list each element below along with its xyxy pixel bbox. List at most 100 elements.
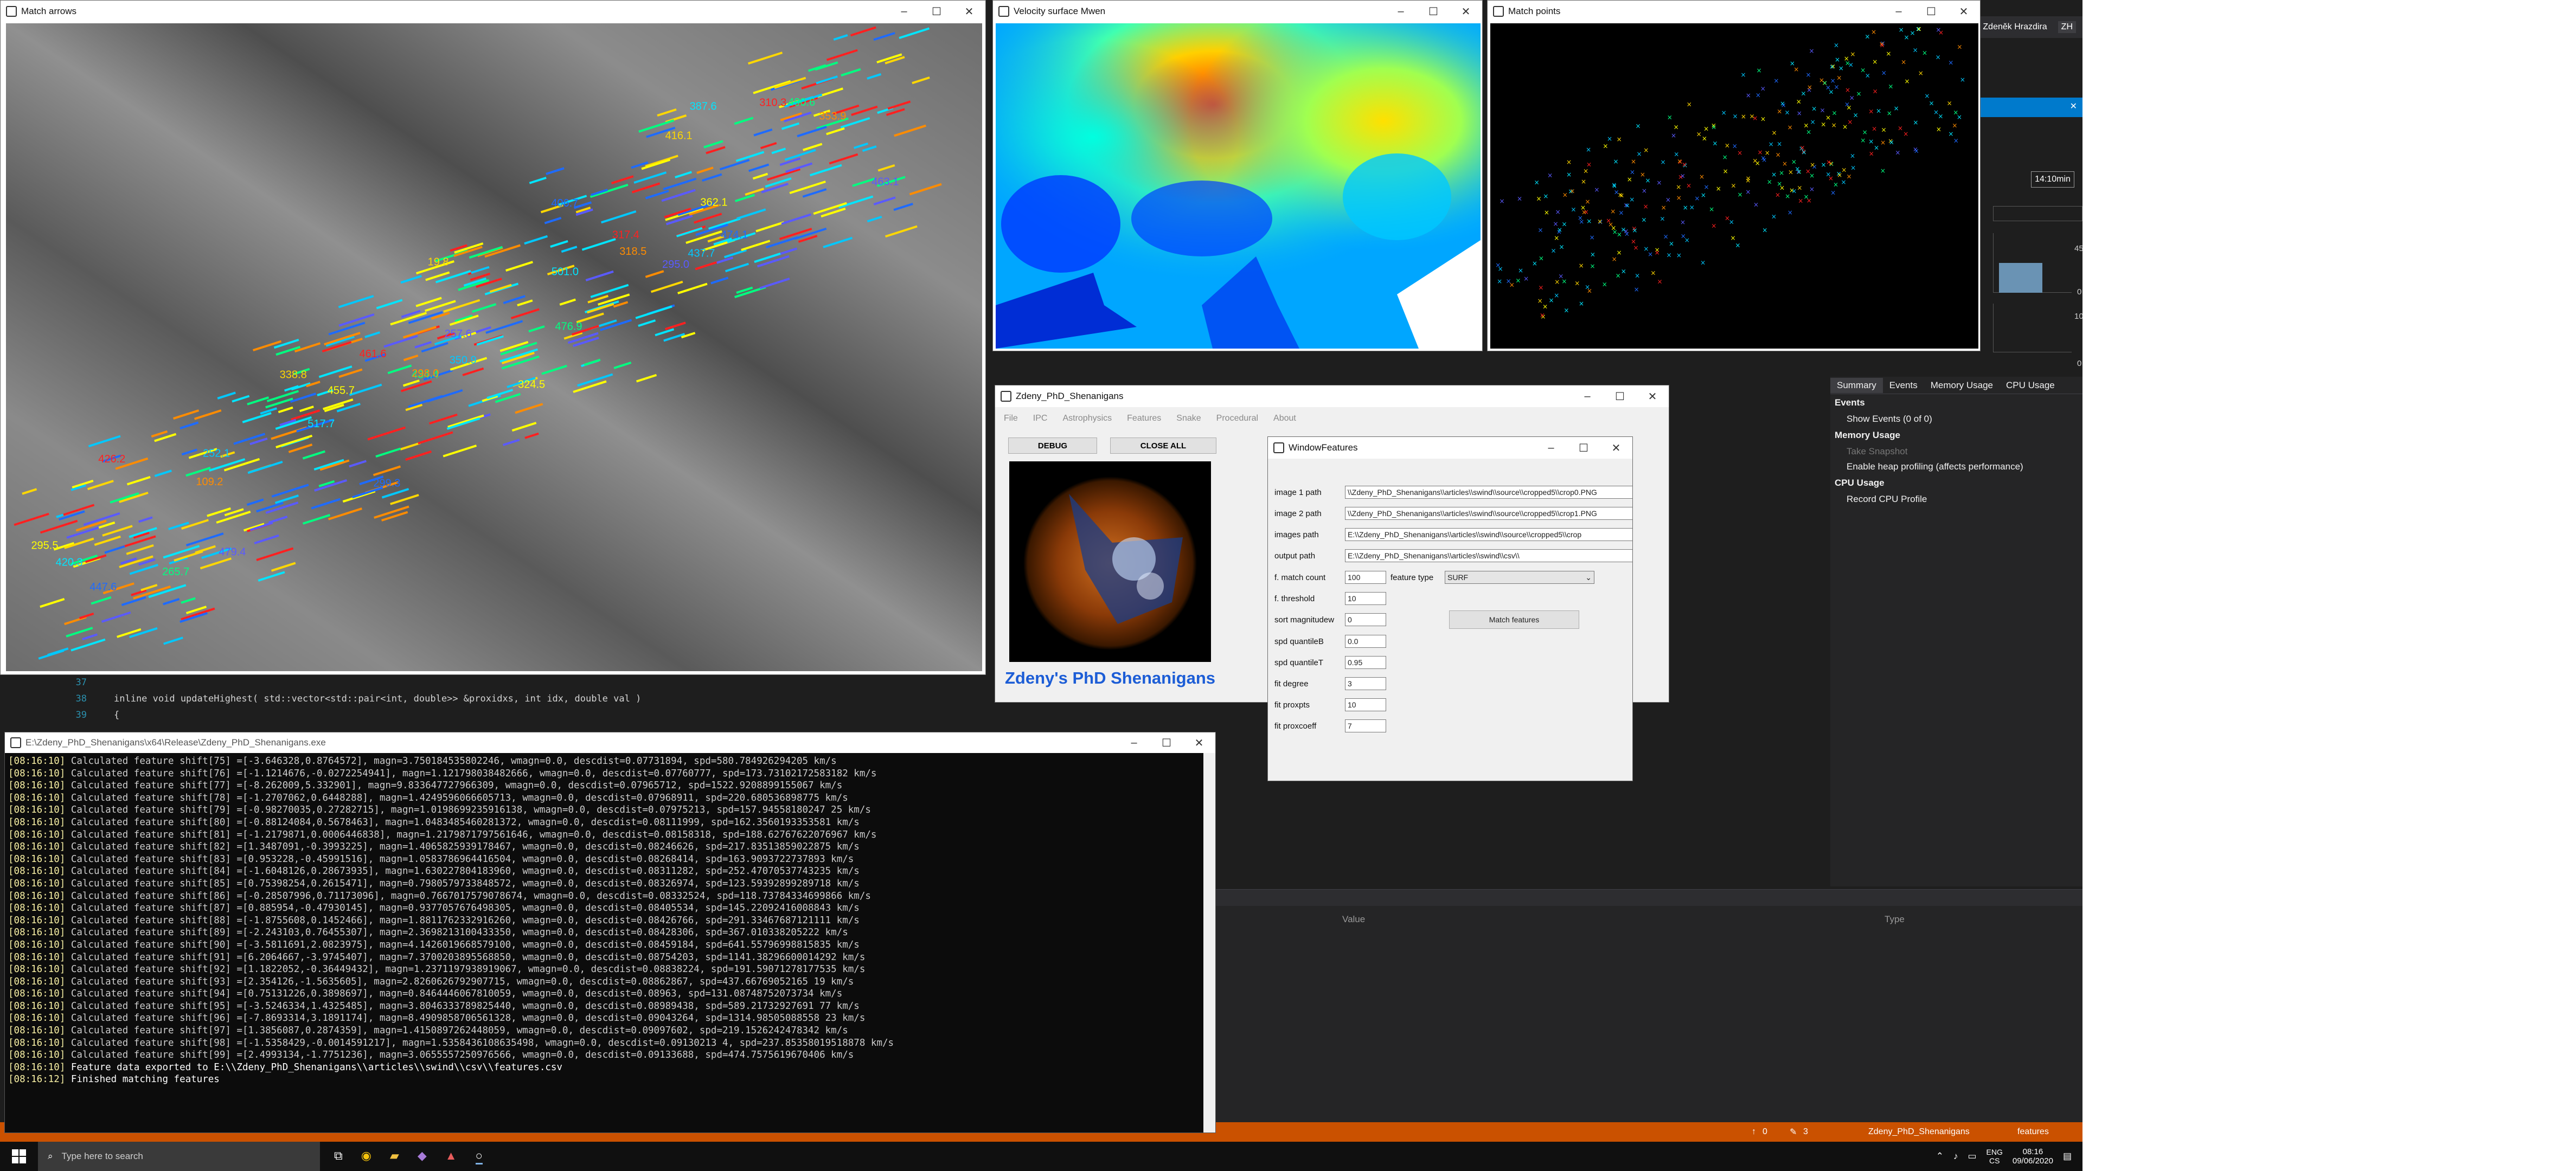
maximize-button[interactable]: ☐: [1604, 385, 1636, 407]
minimize-button[interactable]: –: [888, 1, 920, 22]
match-point: ×: [1590, 251, 1595, 259]
minimize-button[interactable]: –: [1571, 385, 1604, 407]
up-arrow-icon[interactable]: ↑: [1752, 1127, 1756, 1137]
fit-proxcoeff-input[interactable]: 7: [1345, 719, 1386, 732]
match-point: ×: [1860, 137, 1866, 144]
menu-features[interactable]: Features: [1127, 414, 1161, 423]
title-bar[interactable]: Velocity surface Mwen – ☐ ✕: [993, 1, 1482, 22]
tray-chevron-icon[interactable]: ⌃: [1936, 1151, 1944, 1162]
file-explorer-icon[interactable]: ▰: [390, 1149, 399, 1164]
title-bar[interactable]: Match points – ☐ ✕: [1488, 1, 1980, 22]
maximize-button[interactable]: ☐: [1150, 732, 1183, 754]
match-count-input[interactable]: 100: [1345, 571, 1386, 584]
pencil-icon[interactable]: ✎: [1790, 1127, 1797, 1137]
search-placeholder: Type here to search: [61, 1151, 143, 1161]
speed-label: 298.0: [412, 368, 439, 379]
debug-button[interactable]: DEBUG: [1008, 437, 1097, 454]
title-bar[interactable]: Zdeny_PhD_Shenanigans – ☐ ✕: [995, 385, 1669, 407]
task-view-icon[interactable]: ⧉: [334, 1149, 343, 1164]
match-arrows-window[interactable]: Match arrows – ☐ ✕ 295.5 420.3 447.6 426.2 2…: [0, 0, 986, 675]
timeline-ruler[interactable]: [1993, 206, 2082, 221]
menu-file[interactable]: File: [1004, 414, 1018, 423]
maximize-button[interactable]: ☐: [1567, 437, 1600, 459]
match-point: ×: [1542, 303, 1548, 311]
notifications-icon[interactable]: ▤: [2063, 1151, 2072, 1162]
match-point: ×: [1803, 193, 1809, 201]
active-app-icon[interactable]: ○: [475, 1149, 483, 1164]
maximize-button[interactable]: ☐: [1915, 1, 1947, 22]
image2-path-input[interactable]: \\Zdeny_PhD_Shenanigans\\articles\\swind…: [1345, 507, 1632, 520]
speed-label: 19.8: [428, 256, 449, 268]
minimize-button[interactable]: –: [1882, 1, 1915, 22]
branch-name[interactable]: features: [2017, 1127, 2049, 1137]
threshold-input[interactable]: 10: [1345, 592, 1386, 605]
match-point: ×: [1616, 249, 1622, 256]
user-name[interactable]: Zdeněk Hrazdira: [1983, 22, 2047, 32]
tab-memory-usage[interactable]: Memory Usage: [1924, 378, 2000, 393]
title-bar[interactable]: Match arrows – ☐ ✕: [1, 1, 985, 22]
match-features-button[interactable]: Match features: [1449, 610, 1579, 629]
maximize-button[interactable]: ☐: [920, 1, 953, 22]
title-bar[interactable]: WindowFeatures – ☐ ✕: [1268, 437, 1632, 459]
minimize-button[interactable]: –: [1535, 437, 1567, 459]
menu-procedural[interactable]: Procedural: [1216, 414, 1258, 423]
fit-degree-input[interactable]: 3: [1345, 677, 1386, 690]
close-button[interactable]: ✕: [1600, 437, 1632, 459]
close-button[interactable]: ✕: [1636, 385, 1669, 407]
velocity-surface-window[interactable]: Velocity surface Mwen – ☐ ✕: [992, 0, 1483, 351]
code-editor[interactable]: 37 38 inline void updateHighest( std::vec…: [54, 674, 1030, 723]
chrome-icon[interactable]: ◉: [361, 1149, 371, 1164]
pinned-app-icon[interactable]: ▲: [445, 1149, 457, 1164]
output-path-input[interactable]: E:\\Zdeny_PhD_Shenanigans\\articles\\swi…: [1345, 549, 1632, 562]
menu-snake[interactable]: Snake: [1176, 414, 1201, 423]
close-button[interactable]: ✕: [1947, 1, 1980, 22]
menu-ipc[interactable]: IPC: [1033, 414, 1048, 423]
title-bar[interactable]: E:\Zdeny_PhD_Shenanigans\x64\Release\Zde…: [5, 732, 1215, 753]
images-path-input[interactable]: E:\\Zdeny_PhD_Shenanigans\\articles\\swi…: [1345, 528, 1632, 541]
user-avatar[interactable]: ZH: [2058, 21, 2076, 33]
show-events-link[interactable]: Show Events (0 of 0): [1830, 411, 2082, 427]
repo-name[interactable]: Zdeny_PhD_Shenanigans: [1868, 1127, 1970, 1137]
maximize-button[interactable]: ☐: [1417, 1, 1450, 22]
console-line: [08:16:10] Calculated feature shift[98] …: [8, 1037, 894, 1048]
network-icon[interactable]: ▭: [1968, 1151, 1976, 1162]
windows-start-icon[interactable]: [0, 1142, 38, 1171]
tab-summary[interactable]: Summary: [1830, 377, 1883, 393]
take-snapshot-button[interactable]: Take Snapshot: [1830, 444, 2082, 459]
fit-proxpts-label: fit proxpts: [1274, 700, 1310, 710]
sort-input[interactable]: 0: [1345, 613, 1386, 626]
match-point: ×: [1810, 118, 1816, 126]
volume-icon[interactable]: ♪: [1953, 1151, 1958, 1162]
visual-studio-icon[interactable]: ◆: [418, 1149, 427, 1164]
scrollbar[interactable]: [1203, 753, 1215, 1133]
match-point: ×: [1899, 26, 1904, 34]
fit-proxpts-input[interactable]: 10: [1345, 698, 1386, 711]
minimize-button[interactable]: –: [1385, 1, 1417, 22]
match-point: ×: [1872, 58, 1877, 66]
spd-low-input[interactable]: 0.0: [1345, 635, 1386, 648]
match-points-window[interactable]: Match points – ☐ ✕ × × × × × × × × × × × × × × × × × × × × ×…: [1487, 0, 1981, 351]
minimize-button[interactable]: –: [1118, 732, 1150, 754]
console-window[interactable]: E:\Zdeny_PhD_Shenanigans\x64\Release\Zde…: [4, 732, 1216, 1133]
features-window[interactable]: WindowFeatures – ☐ ✕ image 1 path \\Zdeny…: [1267, 436, 1633, 781]
language-indicator[interactable]: ENG CS: [1987, 1148, 2003, 1165]
record-cpu-profile-button[interactable]: Record CPU Profile: [1830, 492, 2082, 507]
close-button[interactable]: ✕: [1450, 1, 1482, 22]
tab-cpu-usage[interactable]: CPU Usage: [2000, 378, 2061, 393]
feature-type-select[interactable]: SURF ⌄: [1445, 571, 1594, 584]
heap-profiling-checkbox[interactable]: Enable heap profiling (affects performan…: [1830, 459, 2082, 474]
spd-high-input[interactable]: 0.95: [1345, 656, 1386, 669]
close-button[interactable]: ✕: [1183, 732, 1215, 754]
image1-path-input[interactable]: \\Zdeny_PhD_Shenanigans\\articles\\swind…: [1345, 486, 1632, 499]
tab-events[interactable]: Events: [1883, 378, 1924, 393]
clock[interactable]: 08:16 09/06/2020: [2013, 1147, 2053, 1166]
close-button[interactable]: ✕: [953, 1, 985, 22]
speed-label: 257.6: [445, 328, 472, 340]
menu-about[interactable]: About: [1273, 414, 1296, 423]
console-output[interactable]: [08:16:10] Calculated feature shift[75] …: [8, 755, 1201, 1129]
taskbar-search[interactable]: ⌕ Type here to search: [38, 1142, 320, 1171]
close-all-button[interactable]: CLOSE ALL: [1110, 437, 1216, 454]
match-point: ×: [1828, 88, 1834, 95]
match-point: ×: [1746, 175, 1751, 182]
menu-astrophysics[interactable]: Astrophysics: [1062, 414, 1112, 423]
